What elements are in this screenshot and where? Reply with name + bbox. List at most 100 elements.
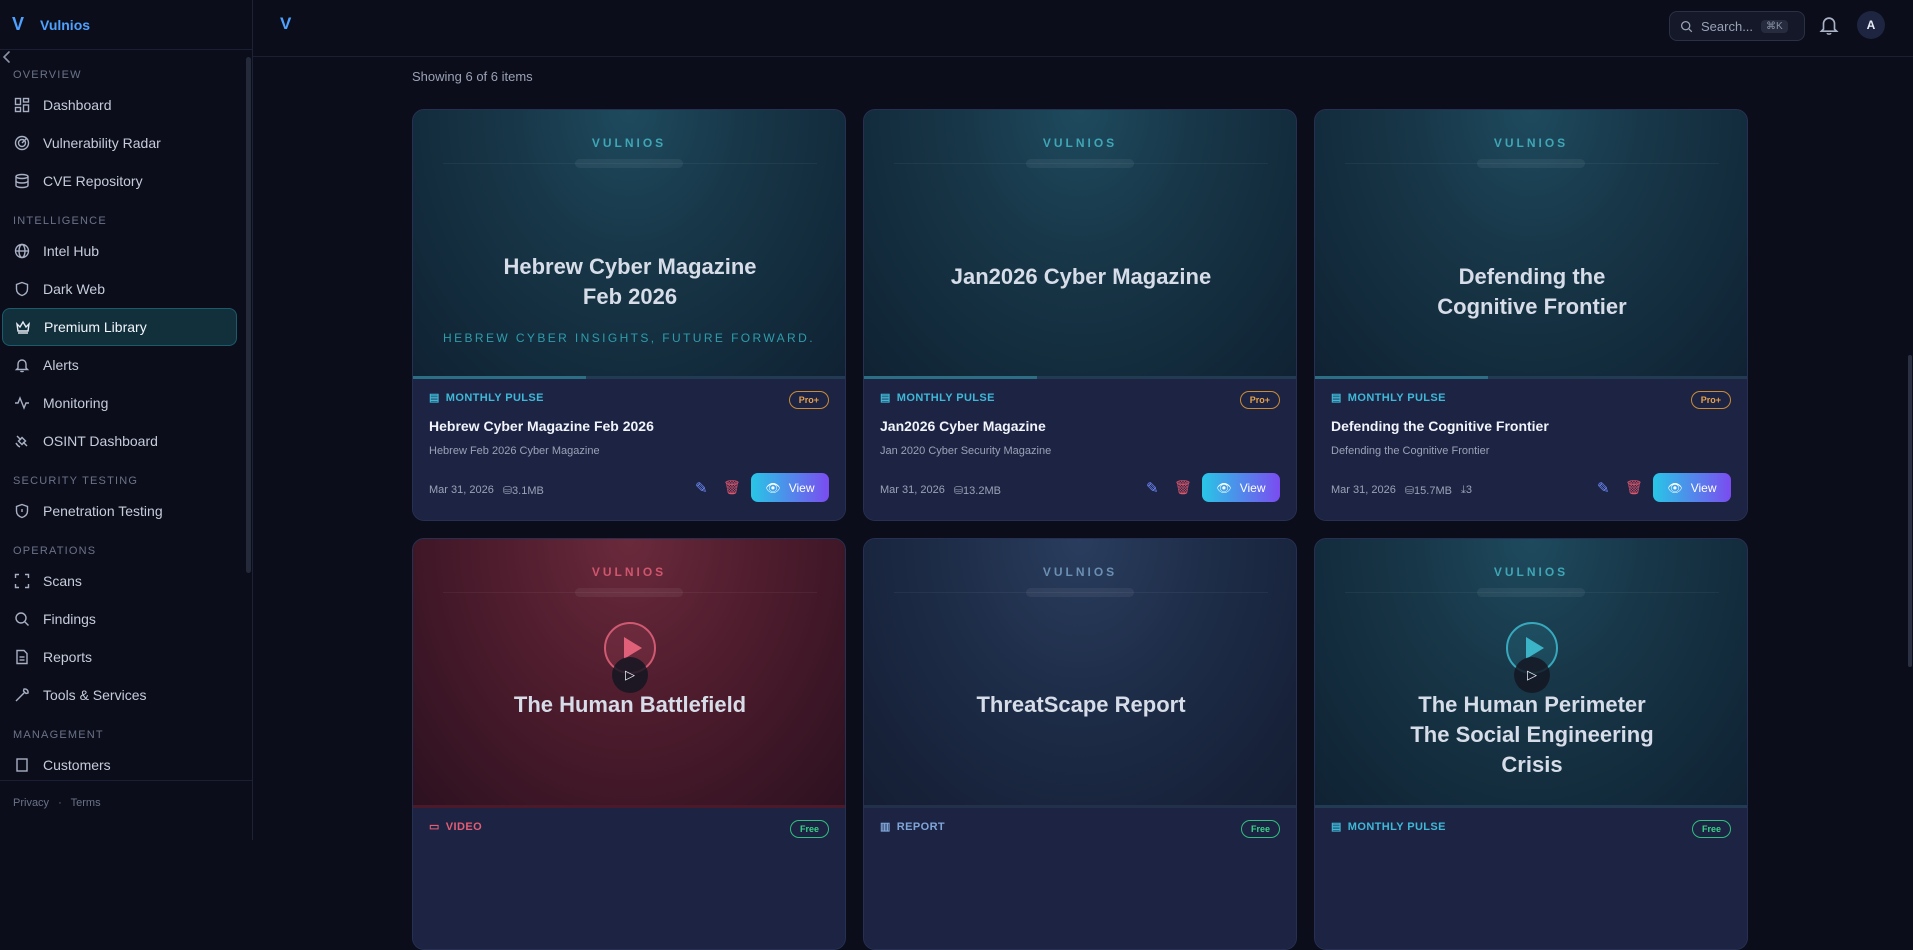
sidebar: V Vulnios OVERVIEW Dashboard Vulnerabili… — [0, 0, 253, 840]
sidebar-item-label: Customers — [43, 757, 111, 773]
database-icon — [13, 173, 30, 190]
library-card[interactable]: VULNIOS Defending the Cognitive Frontier… — [1314, 109, 1748, 521]
delete-icon[interactable]: 🗑 — [723, 479, 741, 496]
cover-title-line: Defending the — [1458, 264, 1606, 289]
cover-title: Hebrew Cyber Magazine Feb 2026 — [433, 252, 827, 312]
card-body: ▥ REPORT Free — [864, 808, 1296, 949]
magazine-icon: ▤ — [429, 392, 440, 404]
sidebar-item-findings[interactable]: Findings — [0, 600, 239, 638]
card-date: Mar 31, 2026 — [429, 484, 494, 496]
library-card[interactable]: VULNIOS ThreatScape Report ▥ REPORT Free — [863, 538, 1297, 950]
edit-icon[interactable]: ✎ — [1597, 479, 1613, 497]
card-body: ▤ MONTHLY PULSE Pro+ Defending the Cognit… — [1315, 379, 1747, 520]
cover-title: Defending the Cognitive Frontier — [1335, 262, 1729, 322]
cover-title: The Human Perimeter The Social Engineeri… — [1335, 690, 1729, 780]
sidebar-item-label: Findings — [43, 611, 96, 627]
sidebar-item-cve-repository[interactable]: CVE Repository — [0, 162, 239, 200]
terms-link[interactable]: Terms — [71, 797, 101, 809]
shield-icon — [13, 503, 30, 520]
view-button[interactable]: 👁 View — [1653, 473, 1731, 502]
sidebar-footer: Privacy · Terms — [0, 780, 252, 840]
sidebar-item-tools-services[interactable]: Tools & Services — [0, 676, 239, 714]
card-actions: ✎ 🗑 👁 View — [1146, 473, 1280, 502]
cover-title-line: The Human Battlefield — [513, 692, 747, 717]
shield-icon — [13, 281, 30, 298]
sidebar-item-penetration-testing[interactable]: Penetration Testing — [0, 492, 239, 530]
sidebar-item-alerts[interactable]: Alerts — [0, 346, 239, 384]
card-category: ▤ MONTHLY PULSE — [429, 391, 544, 405]
card-cover: VULNIOS ThreatScape Report — [864, 539, 1296, 808]
footer-separator: · — [58, 797, 62, 809]
play-button-icon[interactable]: ▷ — [1514, 657, 1550, 693]
sidebar-item-label: Dark Web — [43, 281, 105, 297]
sidebar-item-osint-dashboard[interactable]: OSINT Dashboard — [0, 422, 239, 460]
sidebar-item-dark-web[interactable]: Dark Web — [0, 270, 239, 308]
card-size: ⛁13.2MB — [954, 484, 1001, 497]
tier-badge: Pro+ — [788, 391, 829, 409]
view-label: View — [788, 480, 815, 495]
cover-title-line: ThreatScape Report — [976, 692, 1186, 717]
search-shortcut: ⌘K — [1761, 19, 1788, 33]
library-card[interactable]: VULNIOS ▷ The Human Perimeter The Social… — [1314, 538, 1748, 950]
cover-title-line: Hebrew Cyber Magazine — [503, 254, 757, 279]
edit-icon[interactable]: ✎ — [695, 479, 711, 497]
library-card[interactable]: VULNIOS ▷ The Human Battlefield ▭ VIDEO F… — [412, 538, 846, 950]
cover-title-line: Feb 2026 — [582, 284, 678, 309]
card-meta: Mar 31, 2026 ⛁3.1MB — [429, 484, 544, 497]
storage-icon: ⛁ — [953, 485, 964, 497]
sidebar-item-dashboard[interactable]: Dashboard — [0, 86, 239, 124]
cover-bar — [1477, 159, 1585, 168]
card-subtitle: Defending the Cognitive Frontier — [1331, 445, 1490, 457]
cover-title-line: The Human Perimeter — [1418, 692, 1646, 717]
activity-icon — [13, 395, 30, 412]
tier-badge: Free — [1240, 820, 1280, 838]
card-cover: VULNIOS Hebrew Cyber Magazine Feb 2026 H… — [413, 110, 845, 379]
search-input[interactable]: Search... ⌘K — [1669, 11, 1805, 41]
eye-icon: 👁 — [1216, 480, 1232, 495]
section-security-testing: SECURITY TESTING — [13, 475, 139, 487]
play-button-icon[interactable]: ▷ — [612, 657, 648, 693]
sidebar-item-premium-library[interactable]: Premium Library — [2, 308, 237, 346]
sidebar-item-reports[interactable]: Reports — [0, 638, 239, 676]
sidebar-item-vulnerability-radar[interactable]: Vulnerability Radar — [0, 124, 239, 162]
section-intelligence: INTELLIGENCE — [13, 215, 107, 227]
cover-bar — [575, 588, 683, 597]
library-card[interactable]: VULNIOS Jan2026 Cyber Magazine ▤ MONTHLY … — [863, 109, 1297, 521]
cover-bar — [575, 159, 683, 168]
avatar[interactable]: A — [1857, 11, 1885, 39]
delete-icon[interactable]: 🗑 — [1174, 479, 1192, 496]
sidebar-item-monitoring[interactable]: Monitoring — [0, 384, 239, 422]
storage-icon: ⛁ — [1404, 485, 1415, 497]
main-scrollbar[interactable] — [1908, 355, 1912, 667]
file-icon — [13, 649, 30, 666]
category-label: VIDEO — [445, 820, 483, 833]
sidebar-scrollbar[interactable] — [246, 57, 251, 573]
cover-tagline: HEBREW CYBER INSIGHTS, FUTURE FORWARD. — [443, 331, 815, 345]
sidebar-item-customers[interactable]: Customers — [0, 746, 239, 776]
sidebar-item-intel-hub[interactable]: Intel Hub — [0, 232, 239, 270]
card-title: Defending the Cognitive Frontier — [1331, 418, 1549, 434]
delete-icon[interactable]: 🗑 — [1625, 479, 1643, 496]
cover-bar — [1477, 588, 1585, 597]
sidebar-nav: OVERVIEW Dashboard Vulnerability Radar C… — [0, 56, 245, 776]
radar-icon — [13, 135, 30, 152]
sidebar-item-label: Penetration Testing — [43, 503, 163, 519]
vulnios-mark-icon[interactable]: V — [280, 14, 291, 34]
card-meta: Mar 31, 2026 ⛁15.7MB ⤓3 — [1331, 484, 1472, 497]
category-label: REPORT — [896, 820, 946, 833]
tier-badge: Pro+ — [1690, 391, 1731, 409]
items-count: Showing 6 of 6 items — [412, 69, 533, 84]
edit-icon[interactable]: ✎ — [1146, 479, 1162, 497]
library-card[interactable]: VULNIOS Hebrew Cyber Magazine Feb 2026 H… — [412, 109, 846, 521]
brand[interactable]: V Vulnios — [0, 0, 252, 50]
privacy-link[interactable]: Privacy — [13, 797, 49, 809]
view-button[interactable]: 👁 View — [1202, 473, 1280, 502]
view-button[interactable]: 👁 View — [751, 473, 829, 502]
sidebar-item-scans[interactable]: Scans — [0, 562, 239, 600]
notifications-bell-icon[interactable] — [1818, 13, 1842, 39]
card-subtitle: Jan 2020 Cyber Security Magazine — [880, 445, 1052, 457]
scan-icon — [13, 573, 30, 590]
size-value: 15.7MB — [1414, 485, 1452, 497]
sidebar-item-label: Premium Library — [44, 319, 147, 335]
category-label: MONTHLY PULSE — [1347, 820, 1446, 833]
